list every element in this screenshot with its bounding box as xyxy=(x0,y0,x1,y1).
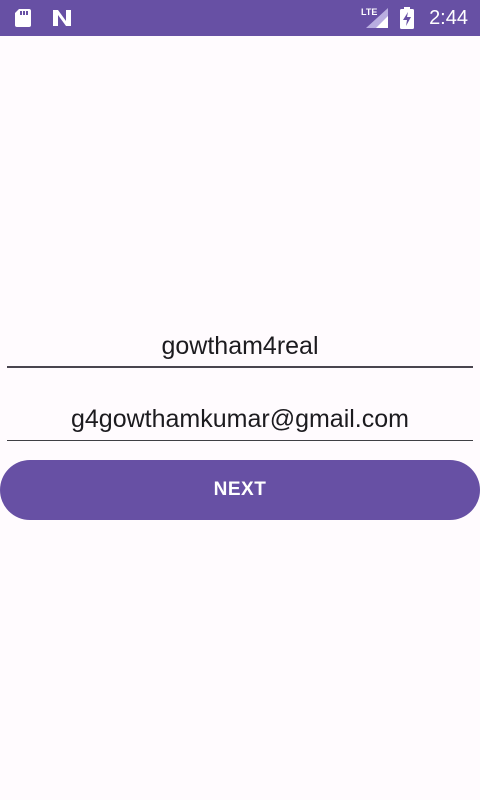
username-value: gowtham4real xyxy=(161,331,319,360)
n-notification-icon xyxy=(50,0,74,36)
next-button[interactable]: NEXT xyxy=(0,460,480,520)
next-button-label: NEXT xyxy=(213,479,267,500)
sd-card-icon xyxy=(14,0,32,36)
svg-text:LTE: LTE xyxy=(361,7,377,17)
email-field[interactable]: g4gowthamkumar@gmail.com xyxy=(7,399,473,441)
email-value: g4gowthamkumar@gmail.com xyxy=(70,405,409,433)
status-bar: LTE 2:44 xyxy=(0,0,480,36)
status-time: 2:44 xyxy=(429,7,468,29)
username-field[interactable]: gowtham4real xyxy=(7,326,473,368)
lte-signal-icon: LTE xyxy=(360,0,390,36)
battery-charging-icon xyxy=(398,0,416,36)
